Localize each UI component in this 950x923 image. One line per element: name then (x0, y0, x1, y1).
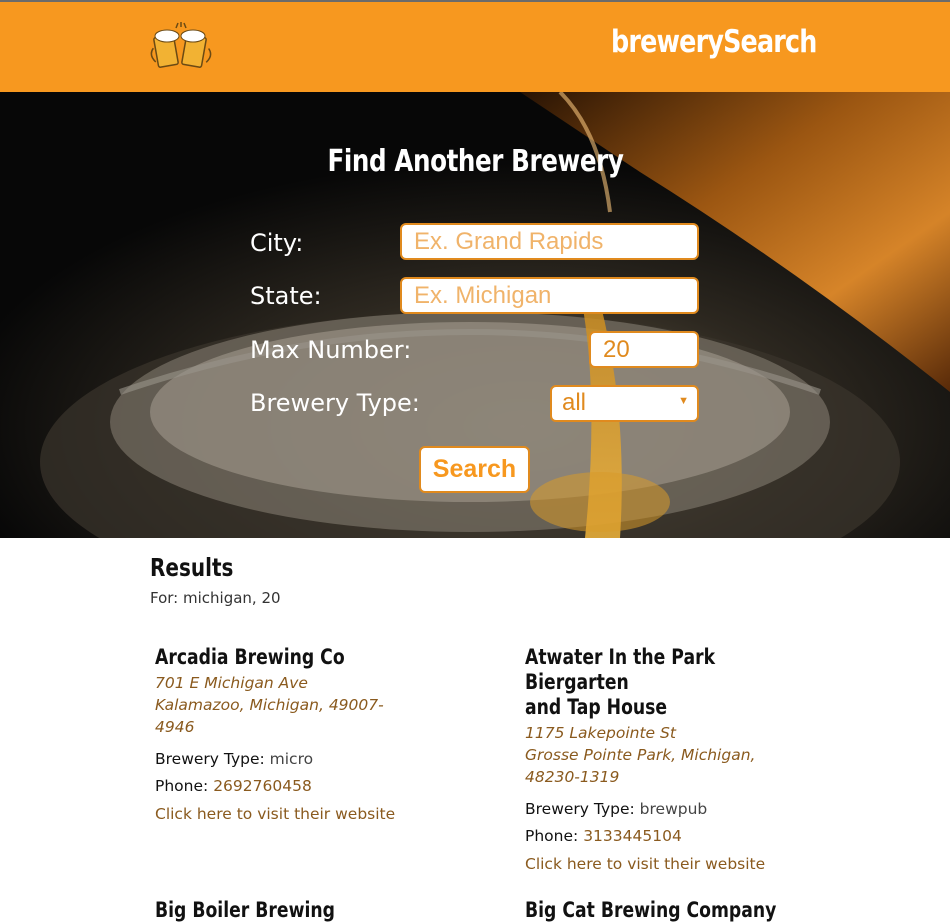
beer-mugs-icon[interactable] (150, 22, 212, 74)
brewery-card: Atwater In the Park Biergarten and Tap H… (525, 645, 785, 878)
city-input[interactable] (400, 223, 699, 260)
site-header: brewerySearch (0, 2, 950, 92)
phone-label: Phone: (155, 777, 209, 795)
brewery-name-line: and Tap House (525, 695, 668, 719)
website-link[interactable]: Click here to visit their website (155, 800, 415, 828)
phone-row: Phone: 3133445104 (525, 823, 785, 850)
address-street: 701 E Michigan Ave (155, 674, 308, 692)
state-input[interactable] (400, 277, 699, 314)
brewery-name-line: Atwater In the Park Biergarten (525, 645, 716, 694)
hero-title: Find Another Brewery (327, 144, 623, 179)
website-link[interactable]: Click here to visit their website (525, 850, 785, 878)
type-value: micro (269, 750, 314, 768)
brewery-name: Big Cat Brewing Company (525, 898, 777, 922)
brewery-type-selected: all (562, 389, 587, 416)
type-label: Brewery Type: (155, 750, 265, 768)
address-zip: 48230-1319 (525, 768, 620, 786)
search-hero: Find Another Brewery City: State: Max Nu… (0, 92, 950, 538)
address-city: Grosse Pointe Park, Michigan, (525, 746, 756, 764)
brewery-address: 1175 Lakepointe St Grosse Pointe Park, M… (525, 722, 785, 788)
chevron-down-icon: ▼ (678, 395, 689, 407)
results-title: Results (150, 553, 234, 582)
brewery-card: Big Cat Brewing Company (525, 898, 785, 923)
brewery-address: 701 E Michigan Ave Kalamazoo, Michigan, … (155, 672, 415, 738)
results-query: For: michigan, 20 (150, 589, 281, 607)
type-label: Brewery Type: (525, 800, 635, 818)
phone-link[interactable]: 3133445104 (583, 827, 682, 845)
type-value: brewpub (639, 800, 708, 818)
brand-title[interactable]: brewerySearch (611, 24, 817, 60)
phone-label: Phone: (525, 827, 579, 845)
brewery-name: Big Boiler Brewing (155, 898, 335, 922)
city-label: City: (250, 229, 304, 257)
max-number-label: Max Number: (250, 336, 412, 364)
phone-row: Phone: 2692760458 (155, 773, 415, 800)
phone-link[interactable]: 2692760458 (213, 777, 312, 795)
state-label: State: (250, 282, 322, 310)
brewery-type-row: Brewery Type: micro (155, 746, 415, 773)
brewery-card: Big Boiler Brewing (155, 898, 415, 923)
address-street: 1175 Lakepointe St (525, 724, 676, 742)
brewery-type-row: Brewery Type: brewpub (525, 796, 785, 823)
search-button[interactable]: Search (419, 446, 530, 493)
brewery-card: Arcadia Brewing Co 701 E Michigan Ave Ka… (155, 645, 415, 828)
brewery-type-label: Brewery Type: (250, 389, 420, 417)
brewery-name: Arcadia Brewing Co (155, 645, 345, 669)
brewery-type-select[interactable]: all ▼ (550, 385, 699, 422)
address-city: Kalamazoo, Michigan, 49007-4946 (155, 696, 384, 736)
brewery-name: Atwater In the Park Biergarten and Tap H… (525, 645, 787, 720)
max-number-input[interactable] (589, 331, 699, 368)
